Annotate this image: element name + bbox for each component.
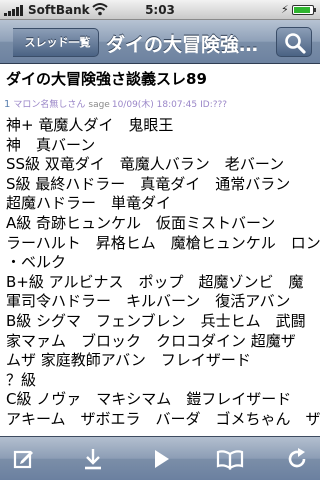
thread-content[interactable]: ダイの大冒険強さ談義スレ89 1 マロン名無しさん sage 10/09(木) 18:…	[0, 64, 320, 436]
search-icon	[285, 33, 306, 54]
poster-mail: sage	[88, 100, 110, 110]
post-line: ・ベルク	[6, 253, 67, 272]
post-line: 軍司令ハドラー キルバーン 復活アバン	[6, 292, 291, 311]
post-line: 超魔ハドラー 単竜ダイ	[6, 194, 172, 213]
post-number[interactable]: 1	[4, 99, 10, 110]
poster-name: マロン名無しさん	[13, 100, 86, 110]
bookmarks-button[interactable]	[216, 447, 244, 471]
post-line: ラーハルト 昇格ヒム 魔槍ヒュンケル ロン	[6, 233, 320, 252]
thread-title: ダイの大冒険強さ談義スレ89	[6, 70, 207, 88]
post-line: 神+ 竜魔人ダイ 鬼眼王	[6, 116, 174, 134]
post-line: 神 真バーン	[6, 135, 96, 154]
poster-id[interactable]: ID:???	[200, 100, 227, 110]
post-date: 10/09(木) 18:07:45	[111, 100, 198, 110]
play-icon	[155, 450, 169, 468]
compose-icon	[13, 450, 33, 469]
download-icon	[85, 449, 101, 470]
clock: 5:03	[145, 3, 175, 17]
search-button[interactable]	[276, 27, 312, 57]
post-line: ムザ 家庭教師アバン フレイザード	[6, 351, 251, 370]
play-button[interactable]	[149, 447, 177, 471]
post-line: アキーム ザボエラ バーダ ゴメちゃん ザルダ	[6, 409, 320, 428]
refresh-icon	[288, 448, 306, 468]
battery-icon	[292, 5, 316, 15]
book-icon	[216, 450, 244, 471]
back-to-thread-list-button[interactable]: スレッド一覧	[13, 28, 99, 57]
post-line: B+級 アルビナス ポップ 超魔ゾンビ 魔	[6, 272, 304, 291]
post-line: S級 最終ハドラー 真竜ダイ 通常バラン	[6, 174, 291, 193]
bottom-toolbar	[0, 436, 320, 480]
nav-title: ダイの大冒険強さ談義スレ89	[106, 34, 266, 56]
post-header: 1 マロン名無しさん sage 10/09(木) 18:07:45 ID:???	[4, 97, 316, 110]
post-line: 家マァム ブロック クロコダイン 超魔ザ	[6, 331, 296, 350]
download-button[interactable]	[81, 447, 109, 471]
post-line: A級 奇跡ヒュンケル 仮面ミストバーン	[6, 213, 276, 232]
post-body: 神+ 竜魔人ダイ 鬼眼王神 真バーン SS級 双竜ダイ 竜魔人バラン 老バーン S級…	[6, 116, 320, 430]
battery-level	[294, 7, 311, 13]
charging-plug-icon: ⚡	[281, 3, 289, 16]
status-bar: SoftBank 5:03 ⚡	[0, 0, 320, 20]
post-line: B級 シグマ フェンブレン 兵士ヒム 武闘	[6, 311, 306, 330]
post-line: SS級 双竜ダイ 竜魔人バラン 老バーン	[6, 155, 285, 174]
refresh-button[interactable]	[285, 447, 313, 471]
compose-button[interactable]	[12, 447, 40, 471]
post-line: C級 ノヴァ マキシマム 鎧フレイザード	[6, 390, 292, 409]
navigation-bar: スレッド一覧 ダイの大冒険強さ談義スレ89	[0, 20, 320, 64]
post-line: ？級	[6, 370, 37, 389]
back-button-label: スレッド一覧	[24, 36, 91, 49]
